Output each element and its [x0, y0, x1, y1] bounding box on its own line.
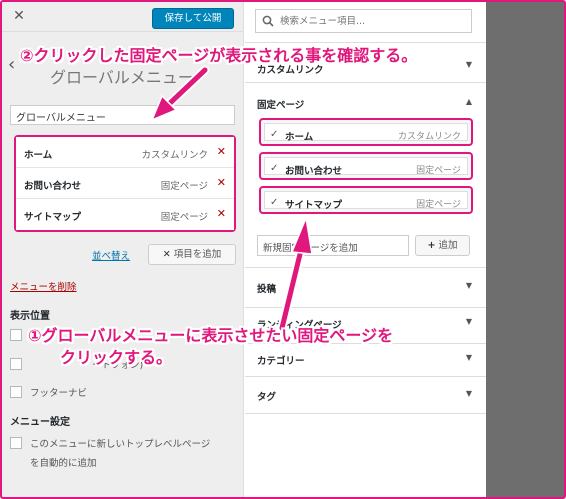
annotation-step-1-line-1: ①グローバルメニューに表示させたい固定ページを — [28, 326, 394, 345]
arrow-to-pages — [277, 215, 313, 333]
arrow-to-menu-list — [150, 65, 210, 122]
annotation-arrows — [150, 65, 313, 333]
annotation-step-1-line-2: クリックする。 — [60, 348, 173, 367]
annotation-step-2: ②クリックした固定ページが表示される事を確認する。 — [20, 46, 418, 65]
